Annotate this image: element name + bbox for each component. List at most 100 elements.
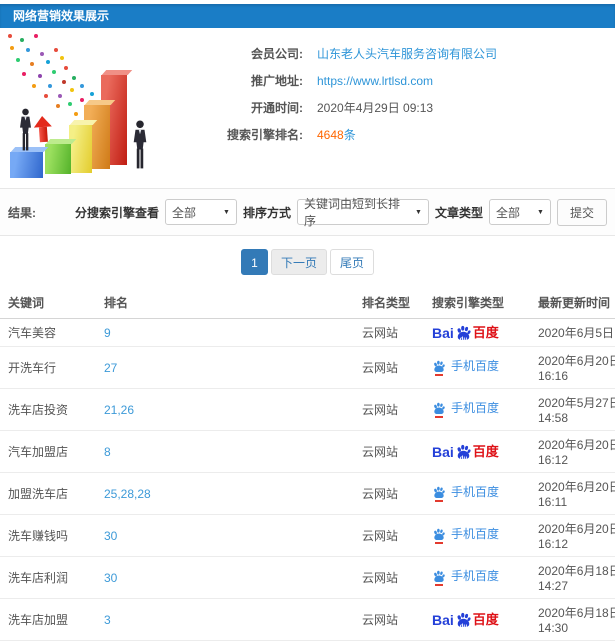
rank-link[interactable]: 8 xyxy=(104,445,111,459)
article-type-select[interactable]: 全部 ▼ xyxy=(488,199,551,225)
rank-link[interactable]: 9 xyxy=(104,326,111,340)
table-row: 洗车店利润 30 云网站 手机百度 2020年6月18日 14:27 xyxy=(0,556,615,599)
table-row: 洗车店加盟 3 云网站 Bai du 百度 2020年6月18日 14:30 xyxy=(0,598,615,641)
rank-type-cell: 云网站 xyxy=(362,529,399,543)
mobile-baidu-label: 手机百度 xyxy=(451,401,500,416)
page-1-button[interactable]: 1 xyxy=(240,249,268,275)
submit-button[interactable]: 提交 xyxy=(556,198,607,226)
rank-type-cell: 云网站 xyxy=(362,571,399,585)
info-row: 开通时间: 2020年4月29日 09:13 xyxy=(185,94,615,121)
rank-link[interactable]: 30 xyxy=(104,529,117,543)
mobile-baidu-logo: 手机百度 xyxy=(432,569,500,586)
info-row: 会员公司: 山东老人头汽车服务咨询有限公司 xyxy=(185,40,615,67)
info-field-label: 会员公司: xyxy=(251,47,303,61)
table-header-row: 关键词 排名 排名类型 搜索引擎类型 最新更新时间 xyxy=(0,287,615,319)
updated-time-cell: 2020年6月18日 14:30 xyxy=(538,606,615,635)
sort-label: 排序方式 xyxy=(242,205,291,220)
keyword-cell: 汽车美容 xyxy=(8,326,57,340)
sort-select-value: 关键词由短到长排序 xyxy=(303,197,400,228)
engine-select[interactable]: 全部 ▼ xyxy=(164,199,237,225)
info-field-value: 4648条 xyxy=(317,126,356,143)
table-row: 汽车美容 9 云网站 Baidu百度 2020年6月5日 11:24 xyxy=(0,318,615,347)
table-row: 洗车赚钱吗 30 云网站 手机百度 2020年6月20日 16:12 xyxy=(0,514,615,557)
pagination: 1 下一页 尾页 xyxy=(0,236,615,287)
baidu-logo: Bai du 百度 xyxy=(432,443,499,462)
mobile-baidu-logo: 手机百度 xyxy=(432,527,500,544)
last-page-button[interactable]: 尾页 xyxy=(330,249,375,275)
rank-type-cell: 云网站 xyxy=(362,361,399,375)
updated-time-cell: 2020年6月5日 11:24 xyxy=(538,326,615,340)
baidu-paw-icon: du xyxy=(455,444,472,462)
engine-select-value: 全部 xyxy=(171,205,196,220)
green-bar xyxy=(45,144,71,174)
info-row: 推广地址: https://www.lrtlsd.com xyxy=(185,67,615,94)
company-info-panel: 会员公司: 山东老人头汽车服务咨询有限公司 推广地址: https://www.lrt… xyxy=(0,28,615,188)
table-row: 洗车店投资 21,26 云网站 手机百度 2020年5月27日 14:58 xyxy=(0,388,615,431)
info-field-label: 推广地址: xyxy=(251,74,303,88)
keyword-cell: 洗车赚钱吗 xyxy=(8,529,69,543)
rank-link[interactable]: 27 xyxy=(104,361,117,375)
rank-link[interactable]: 25,28,28 xyxy=(104,487,151,501)
column-header: 搜索引擎类型 xyxy=(428,287,534,319)
info-field-value[interactable]: 山东老人头汽车服务咨询有限公司 xyxy=(317,45,497,62)
result-label: 结果: xyxy=(8,205,36,220)
ranking-count-unit: 条 xyxy=(343,128,356,142)
rank-link[interactable]: 21,26 xyxy=(104,403,134,417)
article-type-label: 文章类型 xyxy=(434,205,483,220)
updated-time-cell: 2020年5月27日 14:58 xyxy=(538,396,615,425)
baidu-paw-icon xyxy=(432,570,446,586)
mobile-baidu-label: 手机百度 xyxy=(451,569,500,584)
bar-chart-illustration xyxy=(0,28,185,186)
updated-time-cell: 2020年6月20日 16:11 xyxy=(538,480,615,509)
baidu-paw-icon: du xyxy=(455,325,472,343)
confetti-decoration xyxy=(8,34,12,38)
chevron-down-icon: ▼ xyxy=(537,208,544,216)
yellow-bar xyxy=(69,125,92,173)
info-field-label: 搜索引擎排名: xyxy=(227,128,303,142)
article-type-select-value: 全部 xyxy=(495,205,520,220)
ranking-count: 4648 xyxy=(317,128,344,142)
rank-link[interactable]: 30 xyxy=(104,571,117,585)
rank-type-cell: 云网站 xyxy=(362,613,399,627)
updated-time-cell: 2020年6月20日 16:16 xyxy=(538,354,615,383)
page-title: 网络营销效果展示 xyxy=(13,9,110,23)
keyword-cell: 洗车店利润 xyxy=(8,571,69,585)
baidu-paw-icon: du xyxy=(455,612,472,630)
rank-type-cell: 云网站 xyxy=(362,403,399,417)
blue-bar xyxy=(10,152,43,178)
updated-time-cell: 2020年6月20日 16:12 xyxy=(538,522,615,551)
rank-type-cell: 云网站 xyxy=(362,487,399,501)
filter-bar: 结果: 分搜索引擎查看 全部 ▼ 排序方式 关键词由短到长排序 ▼ 文章类型 全… xyxy=(0,188,615,236)
keyword-cell: 开洗车行 xyxy=(8,361,57,375)
column-header: 最新更新时间 xyxy=(534,287,615,319)
info-fields: 会员公司: 山东老人头汽车服务咨询有限公司 推广地址: https://www.lrt… xyxy=(185,28,615,148)
rank-type-cell: 云网站 xyxy=(362,326,399,340)
table-row: 开洗车行 27 云网站 手机百度 2020年6月20日 16:16 xyxy=(0,346,615,389)
keyword-cell: 加盟洗车店 xyxy=(8,487,69,501)
updated-time-cell: 2020年6月18日 14:27 xyxy=(538,564,615,593)
mobile-baidu-label: 手机百度 xyxy=(451,485,500,500)
column-header: 排名 xyxy=(100,287,358,319)
mobile-baidu-logo: 手机百度 xyxy=(432,359,499,376)
updated-time-cell: 2020年6月20日 16:12 xyxy=(538,438,615,467)
info-field-value: 2020年4月29日 09:13 xyxy=(317,101,434,115)
next-page-button[interactable]: 下一页 xyxy=(270,249,327,275)
info-row: 搜索引擎排名: 4648条 xyxy=(185,121,615,148)
engine-filter-label: 分搜索引擎查看 xyxy=(74,205,159,220)
column-header: 排名类型 xyxy=(358,287,428,319)
mobile-baidu-logo: 手机百度 xyxy=(432,485,500,502)
mobile-baidu-label: 手机百度 xyxy=(451,527,500,542)
keyword-cell: 洗车店加盟 xyxy=(8,613,69,627)
info-field-label: 开通时间: xyxy=(251,101,303,115)
baidu-paw-icon xyxy=(432,402,446,418)
sort-select[interactable]: 关键词由短到长排序 ▼ xyxy=(296,197,429,228)
businessman-icon xyxy=(17,108,34,152)
info-field-value[interactable]: https://www.lrtlsd.com xyxy=(317,74,433,88)
chevron-down-icon: ▼ xyxy=(223,208,230,216)
rank-link[interactable]: 3 xyxy=(104,613,111,627)
baidu-paw-icon xyxy=(432,360,446,376)
column-header: 关键词 xyxy=(0,287,100,319)
keyword-cell: 洗车店投资 xyxy=(8,403,69,417)
baidu-logo: Bai du 百度 xyxy=(432,324,499,343)
businessman-icon xyxy=(131,119,149,171)
